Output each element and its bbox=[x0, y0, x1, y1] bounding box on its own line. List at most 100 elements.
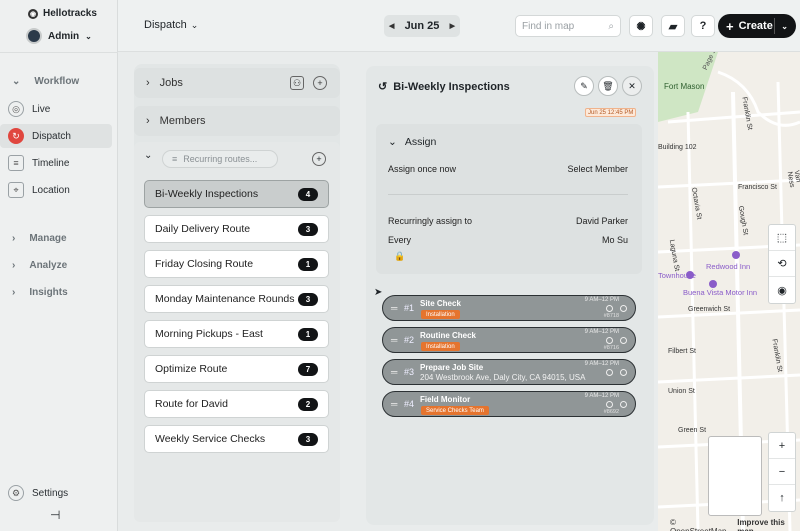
assign-section: ⌄ Assign Assign once now Select Member R… bbox=[376, 124, 642, 274]
recurring-assign-row: Recurringly assign to David Parker bbox=[388, 216, 628, 226]
chevron-down-icon: ⌄ bbox=[85, 31, 92, 41]
weekday-selector[interactable]: Mo Su bbox=[602, 235, 628, 245]
locate-icon[interactable] bbox=[606, 369, 613, 376]
sidebar-item-timeline[interactable]: ≡ Timeline bbox=[0, 151, 112, 175]
close-button[interactable]: ✕ bbox=[622, 76, 642, 96]
brand[interactable]: ◉ Hellotracks bbox=[28, 8, 97, 19]
sidebar-item-live[interactable]: ◎ Live bbox=[0, 97, 112, 121]
dispatch-icon: ↻ bbox=[8, 128, 24, 144]
create-button[interactable]: + Create ⌄ bbox=[718, 14, 796, 38]
messages-button[interactable]: ▰ bbox=[661, 15, 685, 37]
route-count-badge: 3 bbox=[298, 432, 318, 446]
info-icon[interactable] bbox=[620, 369, 627, 376]
sidebar-item-settings[interactable]: ⚙ Settings bbox=[0, 481, 112, 505]
chevron-right-icon: › bbox=[12, 287, 16, 298]
members-accordion[interactable]: › Members bbox=[134, 106, 340, 136]
chevron-down-icon: ⌄ bbox=[388, 136, 397, 148]
route-count-badge: 1 bbox=[298, 327, 318, 341]
stop-item[interactable]: ═ #1 Site Check Installation 9 AM–12 PM … bbox=[382, 295, 636, 321]
route-item[interactable]: Daily Delivery Route 3 bbox=[144, 215, 329, 243]
route-item[interactable]: Monday Maintenance Rounds 3 bbox=[144, 285, 329, 313]
add-job-icon[interactable]: + bbox=[313, 76, 327, 90]
route-draw-icon[interactable]: ⟲ bbox=[769, 251, 795, 277]
route-item[interactable]: Friday Closing Route 1 bbox=[144, 250, 329, 278]
select-member-dropdown[interactable]: Select Member bbox=[567, 164, 628, 174]
route-item[interactable]: Route for David 2 bbox=[144, 390, 329, 418]
user-menu[interactable]: Admin ⌄ bbox=[26, 28, 92, 44]
help-button[interactable]: ? bbox=[691, 15, 715, 37]
map-search-input[interactable]: Find in map ⌕ bbox=[515, 15, 621, 37]
visibility-icon[interactable]: ◉ bbox=[769, 277, 795, 303]
view-dropdown[interactable]: Dispatch ⌄ bbox=[144, 19, 198, 31]
route-count-badge: 7 bbox=[298, 362, 318, 376]
route-item[interactable]: Weekly Service Checks 3 bbox=[144, 425, 329, 453]
section-manage[interactable]: › Manage bbox=[12, 233, 67, 244]
delete-button[interactable]: 🗑 bbox=[598, 76, 618, 96]
info-icon[interactable] bbox=[620, 305, 627, 312]
current-date[interactable]: Jun 25 bbox=[405, 20, 440, 32]
assign-once-row: Assign once now Select Member bbox=[388, 164, 628, 174]
pin-sidebar-icon[interactable]: ⊣ bbox=[50, 508, 60, 522]
route-detail-panel: ↺ Bi-Weekly Inspections ✎ 🗑 ✕ Jun 25 12:… bbox=[366, 66, 654, 525]
route-item[interactable]: Morning Pickups - East 1 bbox=[144, 320, 329, 348]
chevron-right-icon: › bbox=[146, 115, 150, 127]
user-name: Admin bbox=[48, 30, 80, 42]
route-item[interactable]: Optimize Route 7 bbox=[144, 355, 329, 383]
locate-icon[interactable] bbox=[606, 337, 613, 344]
add-route-icon[interactable]: + bbox=[312, 152, 326, 166]
drag-handle-icon[interactable]: ═ bbox=[391, 367, 397, 377]
locate-icon[interactable] bbox=[606, 305, 613, 312]
section-workflow[interactable]: ⌄ Workflow bbox=[12, 76, 79, 87]
stop-address: 204 Westbrook Ave, Daly City, CA 94015, … bbox=[420, 373, 586, 382]
jobs-accordion[interactable]: › Jobs ⚇ + bbox=[134, 68, 340, 98]
section-analyze[interactable]: › Analyze bbox=[12, 260, 67, 271]
route-title: ↺ Bi-Weekly Inspections bbox=[378, 80, 510, 94]
zoom-out-button[interactable]: − bbox=[769, 459, 795, 485]
info-icon[interactable] bbox=[620, 337, 627, 344]
stop-item[interactable]: ═ #3 Prepare Job Site 204 Westbrook Ave,… bbox=[382, 359, 636, 385]
route-filter-input[interactable]: ≡ Recurring routes... bbox=[162, 150, 278, 168]
assign-header[interactable]: ⌄ Assign bbox=[388, 136, 436, 148]
lock-icon[interactable]: 🔒 bbox=[394, 251, 405, 262]
chevron-right-icon: › bbox=[12, 233, 16, 244]
chevron-down-icon[interactable]: ⌄ bbox=[781, 22, 788, 31]
poi-marker bbox=[709, 280, 717, 288]
trash-icon: 🗑 bbox=[602, 80, 614, 91]
edit-button[interactable]: ✎ bbox=[574, 76, 594, 96]
drag-handle-icon[interactable]: ═ bbox=[391, 303, 397, 313]
zoom-in-button[interactable]: + bbox=[769, 433, 795, 459]
chevron-right-icon: › bbox=[146, 77, 150, 89]
chevron-down-icon[interactable]: ⌄ bbox=[144, 150, 152, 161]
section-insights[interactable]: › Insights bbox=[12, 287, 68, 298]
route-item[interactable]: Bi-Weekly Inspections 4 bbox=[144, 180, 329, 208]
next-day-button[interactable]: ▶ bbox=[450, 22, 455, 30]
drag-handle-icon[interactable]: ═ bbox=[391, 399, 397, 409]
ai-assistant-button[interactable]: ✺ bbox=[629, 15, 653, 37]
sidebar-item-dispatch[interactable]: ↻ Dispatch bbox=[0, 124, 112, 148]
locate-icon[interactable] bbox=[606, 401, 613, 408]
map-attribution: © OpenStreetMap Improve this map bbox=[670, 518, 785, 531]
route-count-badge: 2 bbox=[298, 397, 318, 411]
route-count-badge: 3 bbox=[298, 222, 318, 236]
top-bar: Dispatch ⌄ ◀ Jun 25 ▶ Find in map ⌕ ✺ ▰ … bbox=[118, 0, 800, 52]
divider bbox=[0, 52, 118, 53]
stop-item[interactable]: ═ #2 Routine Check Installation 9 AM–12 … bbox=[382, 327, 636, 353]
minimap-preview[interactable] bbox=[708, 436, 762, 516]
auto-assign-icon[interactable]: ⚇ bbox=[290, 76, 304, 90]
select-area-icon[interactable]: ⬚ bbox=[769, 225, 795, 251]
sparkle-icon: ✺ bbox=[636, 20, 646, 33]
recurring-member-dropdown[interactable]: David Parker bbox=[576, 216, 628, 226]
gear-icon: ⚙ bbox=[8, 485, 24, 501]
compass-icon[interactable]: ↑ bbox=[769, 485, 795, 511]
drag-handle-icon[interactable]: ═ bbox=[391, 335, 397, 345]
info-icon[interactable] bbox=[620, 401, 627, 408]
chevron-down-icon: ⌄ bbox=[190, 19, 199, 30]
hellotracks-logo-icon: ◉ bbox=[28, 8, 38, 19]
avatar bbox=[26, 28, 42, 44]
stop-item[interactable]: ═ #4 Field Monitor Service Checks Team 9… bbox=[382, 391, 636, 417]
route-count-badge: 4 bbox=[298, 187, 318, 201]
route-count-badge: 1 bbox=[298, 257, 318, 271]
plus-icon: + bbox=[726, 18, 734, 34]
prev-day-button[interactable]: ◀ bbox=[389, 22, 394, 30]
sidebar-item-location[interactable]: ⌖ Location bbox=[0, 178, 112, 202]
